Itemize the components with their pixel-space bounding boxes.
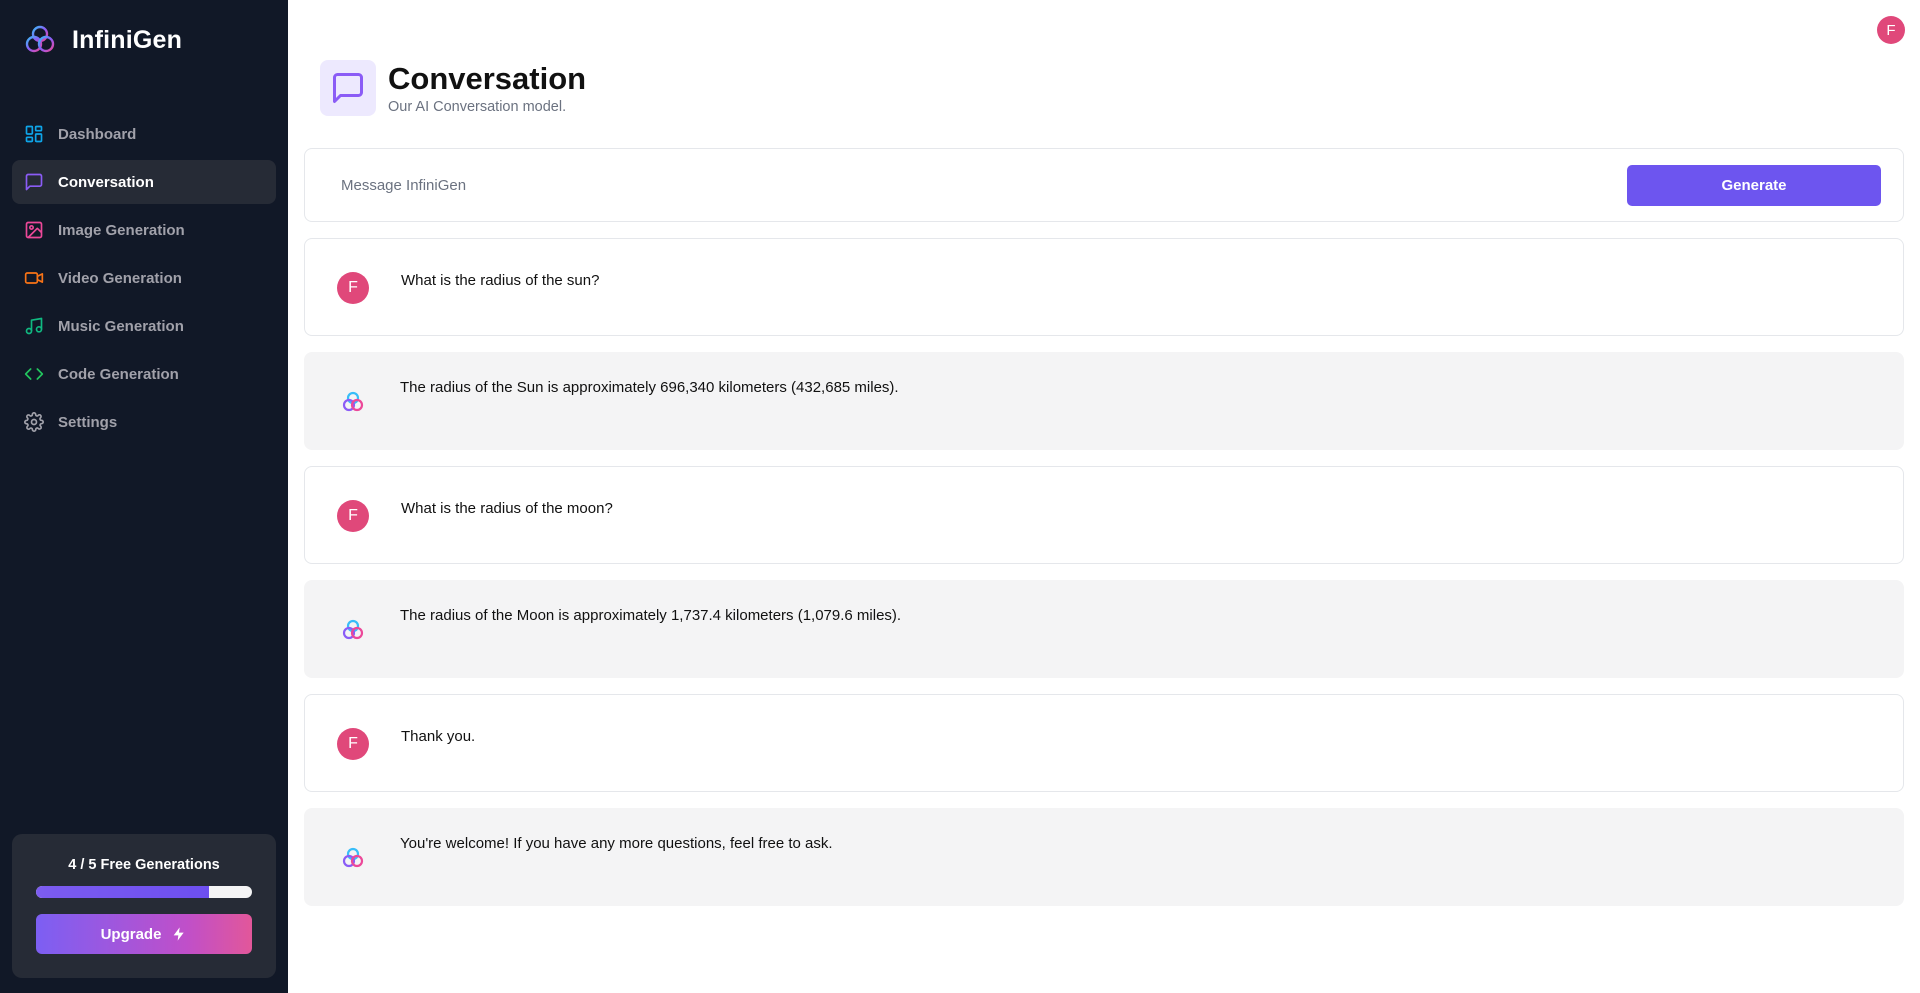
gear-icon: [24, 412, 44, 432]
free-generations-count: 4 / 5 Free Generations: [68, 857, 220, 873]
sidebar-item-label: Code Generation: [58, 365, 179, 383]
sidebar-item-image-generation[interactable]: Image Generation: [12, 208, 276, 252]
sidebar-item-video-generation[interactable]: Video Generation: [12, 256, 276, 300]
sidebar-item-code-generation[interactable]: Code Generation: [12, 352, 276, 396]
message-input[interactable]: [341, 165, 1581, 205]
infinigen-logo-icon: [25, 25, 55, 53]
sidebar-item-label: Dashboard: [58, 125, 137, 143]
sidebar-item-label: Video Generation: [58, 269, 182, 287]
dashboard-icon: [24, 124, 44, 144]
chat-icon: [24, 172, 44, 192]
message-text: What is the radius of the moon?: [401, 500, 613, 517]
bot-message: The radius of the Sun is approximately 6…: [304, 352, 1904, 450]
bot-avatar-icon: [337, 842, 369, 874]
message-text: The radius of the Moon is approximately …: [400, 607, 902, 624]
generations-progress-bar: [36, 886, 252, 898]
page-header: Conversation Our AI Conversation model.: [320, 60, 586, 116]
sidebar-item-label: Settings: [58, 413, 118, 431]
bot-avatar-icon: [337, 614, 369, 646]
bot-avatar-icon: [337, 386, 369, 418]
message-text: What is the radius of the sun?: [401, 272, 600, 289]
sidebar-item-conversation[interactable]: Conversation: [12, 160, 276, 204]
sidebar-item-music-generation[interactable]: Music Generation: [12, 304, 276, 348]
message-text: You're welcome! If you have any more que…: [400, 835, 833, 852]
message-text: Thank you.: [401, 728, 476, 745]
generations-progress-fill: [36, 886, 209, 898]
user-message: F What is the radius of the sun?: [304, 238, 1904, 336]
image-icon: [24, 220, 44, 240]
brand[interactable]: InfiniGen: [22, 22, 182, 58]
lightning-bolt-icon: [174, 927, 185, 941]
generate-button[interactable]: Generate: [1627, 165, 1881, 206]
upgrade-label: Upgrade: [100, 925, 162, 943]
message-text: The radius of the Sun is approximately 6…: [400, 379, 899, 396]
sidebar: InfiniGen Dashboard Conversation Image G…: [0, 0, 288, 993]
message-composer: Generate: [304, 148, 1904, 222]
free-generations-card: 4 / 5 Free Generations Upgrade: [12, 834, 276, 978]
page-title: Conversation: [388, 60, 587, 96]
user-message: F Thank you.: [304, 694, 1904, 792]
sidebar-item-settings[interactable]: Settings: [12, 400, 276, 444]
sidebar-item-label: Image Generation: [58, 221, 185, 239]
user-avatar[interactable]: F: [1877, 16, 1905, 44]
music-icon: [24, 316, 44, 336]
user-avatar: F: [337, 272, 369, 304]
page-subtitle: Our AI Conversation model.: [388, 98, 567, 115]
sidebar-item-dashboard[interactable]: Dashboard: [12, 112, 276, 156]
bot-message: The radius of the Moon is approximately …: [304, 580, 1904, 678]
user-avatar: F: [337, 500, 369, 532]
user-avatar: F: [337, 728, 369, 760]
upgrade-button[interactable]: Upgrade: [36, 914, 252, 954]
sidebar-nav: Dashboard Conversation Image Generation: [12, 112, 276, 448]
bot-message: You're welcome! If you have any more que…: [304, 808, 1904, 906]
code-icon: [24, 364, 44, 384]
sidebar-item-label: Conversation: [58, 173, 154, 191]
chat-icon: [320, 60, 376, 116]
video-icon: [24, 268, 44, 288]
user-message: F What is the radius of the moon?: [304, 466, 1904, 564]
message-list: F What is the radius of the sun? The rad…: [304, 238, 1904, 922]
sidebar-item-label: Music Generation: [58, 317, 184, 335]
app-name: InfiniGen: [72, 25, 183, 54]
